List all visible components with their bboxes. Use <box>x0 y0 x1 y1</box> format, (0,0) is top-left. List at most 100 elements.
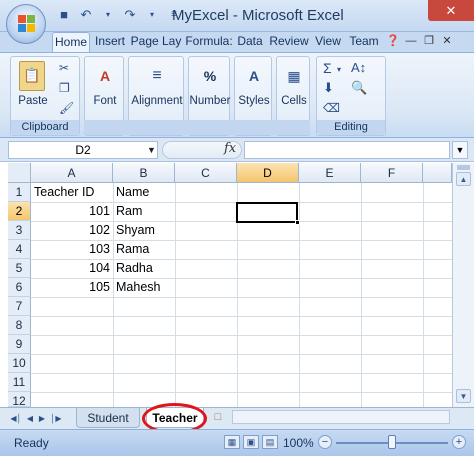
cells-label[interactable]: Cells <box>277 95 311 107</box>
row-header[interactable]: 1 <box>8 183 31 202</box>
next-sheet-icon[interactable]: ▶ <box>36 412 48 426</box>
column-header-d[interactable]: D <box>237 163 299 183</box>
column-header-a[interactable]: A <box>31 163 113 183</box>
scroll-up-icon[interactable]: ▲ <box>456 172 471 186</box>
format-painter-icon[interactable]: 🖌 <box>59 101 74 115</box>
cell-b4[interactable]: Rama <box>113 240 175 259</box>
tab-review[interactable]: Review <box>268 32 310 52</box>
prev-sheet-icon[interactable]: ◀ <box>24 412 36 426</box>
styles-icon[interactable]: A <box>240 63 268 89</box>
office-logo-icon <box>18 15 36 33</box>
alignment-icon[interactable]: ≡ <box>143 63 171 89</box>
cell-b1[interactable]: Name <box>113 183 175 202</box>
column-header-b[interactable]: B <box>113 163 175 183</box>
name-box-dropdown-icon[interactable]: ▼ <box>145 141 158 159</box>
minimize-ribbon-icon[interactable]: — <box>404 34 418 48</box>
normal-view-icon[interactable]: ▦ <box>224 435 240 449</box>
copy-icon[interactable]: ❐ <box>59 81 70 95</box>
tab-formulas[interactable]: Formula: <box>184 32 234 52</box>
office-button[interactable] <box>6 4 46 44</box>
dropdown-icon[interactable]: ▾ <box>144 7 160 23</box>
cell-a2[interactable]: 101 <box>31 202 113 221</box>
fill-icon[interactable]: ⬇ <box>323 81 334 95</box>
font-label[interactable]: Font <box>85 95 125 107</box>
close-workbook-icon[interactable]: ✕ <box>440 34 454 48</box>
column-header-g[interactable] <box>423 163 452 183</box>
ribbon: 📋 Paste ✂ ❐ 🖌 Clipboard A Font ≡ Alignme… <box>0 52 474 138</box>
paste-label[interactable]: Paste <box>15 95 51 107</box>
row-header[interactable]: 6 <box>8 278 31 297</box>
find-select-icon[interactable]: 🔍 <box>351 81 367 95</box>
cell-b6[interactable]: Mahesh <box>113 278 175 297</box>
active-cell-d2[interactable] <box>236 202 298 223</box>
tab-view[interactable]: View <box>312 32 344 52</box>
cell-b2[interactable]: Ram <box>113 202 175 221</box>
select-all-button[interactable] <box>8 163 31 183</box>
sheet-tab-student[interactable]: Student <box>76 408 140 428</box>
close-button[interactable]: ✕ <box>428 0 474 21</box>
cell-a5[interactable]: 104 <box>31 259 113 278</box>
column-header-e[interactable]: E <box>299 163 361 183</box>
cell-a3[interactable]: 102 <box>31 221 113 240</box>
page-layout-view-icon[interactable]: ▣ <box>243 435 259 449</box>
font-color-icon[interactable]: A <box>91 63 119 89</box>
tab-insert[interactable]: Insert <box>92 32 128 52</box>
zoom-in-icon[interactable]: + <box>452 435 466 449</box>
cell-a4[interactable]: 103 <box>31 240 113 259</box>
last-sheet-icon[interactable]: │▶ <box>50 412 62 426</box>
zoom-slider-thumb[interactable] <box>388 435 396 449</box>
zoom-out-icon[interactable]: − <box>318 435 332 449</box>
redo-icon[interactable]: ↷ <box>122 7 138 23</box>
row-header[interactable]: 7 <box>8 297 31 316</box>
row-header[interactable]: 5 <box>8 259 31 278</box>
alignment-label[interactable]: Alignment <box>129 95 185 107</box>
row-header[interactable]: 8 <box>8 316 31 335</box>
tab-team[interactable]: Team <box>346 32 382 52</box>
tab-home[interactable]: Home <box>52 32 90 53</box>
sort-filter-icon[interactable]: A↕ <box>351 61 366 75</box>
column-header-c[interactable]: C <box>175 163 237 183</box>
cell-b3[interactable]: Shyam <box>113 221 175 240</box>
insert-sheet-icon[interactable]: □ <box>210 410 226 424</box>
undo-icon[interactable]: ↶ <box>78 7 94 23</box>
dropdown-icon[interactable]: ▾ <box>100 7 116 23</box>
zoom-level[interactable]: 100% <box>283 436 314 450</box>
cells-icon[interactable]: ▦ <box>280 63 308 89</box>
clear-icon[interactable]: ⌫ <box>323 101 340 115</box>
restore-icon[interactable]: ❐ <box>422 34 436 48</box>
vertical-scrollbar[interactable]: ▲ ▼ <box>452 163 474 407</box>
row-header[interactable]: 12 <box>8 392 31 408</box>
row-header[interactable]: 9 <box>8 335 31 354</box>
help-icon[interactable]: ❓ <box>386 34 400 48</box>
column-header-f[interactable]: F <box>361 163 423 183</box>
row-header[interactable]: 11 <box>8 373 31 392</box>
horizontal-scrollbar[interactable] <box>232 410 450 424</box>
cut-icon[interactable]: ✂ <box>59 61 69 75</box>
paste-icon[interactable]: 📋 <box>19 61 45 91</box>
number-label[interactable]: Number <box>189 95 231 107</box>
tab-data[interactable]: Data <box>234 32 266 52</box>
cell-a6[interactable]: 105 <box>31 278 113 297</box>
gridline <box>31 297 452 298</box>
cell-b5[interactable]: Radha <box>113 259 175 278</box>
row-header[interactable]: 3 <box>8 221 31 240</box>
percent-icon[interactable]: % <box>196 63 224 89</box>
insert-function-button[interactable]: fx <box>224 141 236 156</box>
dropdown-icon[interactable]: ▾ <box>337 63 341 77</box>
scroll-down-icon[interactable]: ▼ <box>456 389 471 403</box>
split-box[interactable] <box>457 165 470 170</box>
row-header[interactable]: 2 <box>8 202 31 221</box>
formula-input[interactable] <box>244 141 450 159</box>
page-break-view-icon[interactable]: ▤ <box>262 435 278 449</box>
tab-page-layout[interactable]: Page Lay <box>130 32 182 52</box>
expand-formula-bar-icon[interactable]: ▼ <box>452 141 468 159</box>
autosum-icon[interactable]: Σ <box>323 61 332 75</box>
first-sheet-icon[interactable]: ◀│ <box>10 412 22 426</box>
save-icon[interactable]: ■ <box>56 7 72 23</box>
cell-a1[interactable]: Teacher ID <box>31 183 113 202</box>
name-box[interactable]: D2 <box>8 141 158 159</box>
row-header[interactable]: 4 <box>8 240 31 259</box>
row-header[interactable]: 10 <box>8 354 31 373</box>
fill-handle[interactable] <box>295 220 300 225</box>
styles-label[interactable]: Styles <box>235 95 273 107</box>
